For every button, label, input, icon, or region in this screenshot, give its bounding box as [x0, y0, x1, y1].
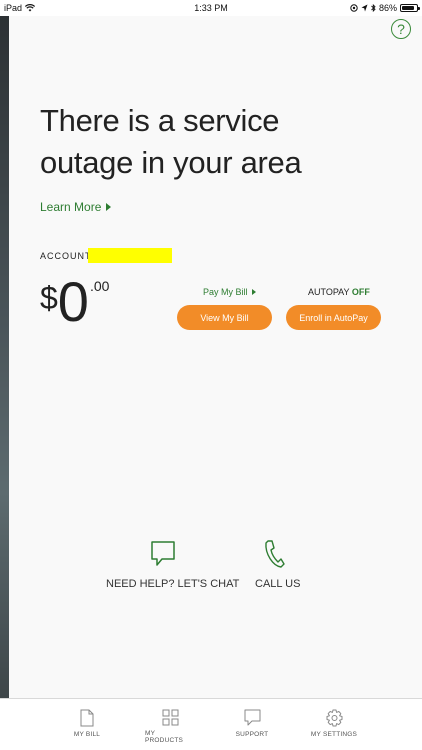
bluetooth-icon: [371, 4, 376, 12]
tab-bar: MY BILL MY PRODUCTS SUPPORT MY SETTINGS: [0, 698, 422, 750]
autopay-label: AUTOPAY: [308, 287, 350, 297]
status-right: 86%: [350, 3, 420, 13]
learn-more-label: Learn More: [40, 200, 102, 214]
location-icon: [361, 4, 368, 12]
document-icon: [80, 709, 94, 727]
battery-percent: 86%: [378, 3, 397, 13]
balance-currency: $: [40, 280, 58, 316]
side-panel-edge: [0, 16, 9, 698]
balance-whole: 0: [57, 270, 89, 333]
balance-amount: $ 0 .00: [40, 272, 109, 332]
help-glyph: ?: [397, 21, 405, 37]
tab-label: MY SETTINGS: [310, 731, 358, 738]
learn-more-link[interactable]: Learn More: [40, 200, 112, 214]
chat-label[interactable]: NEED HELP? LET'S CHAT: [106, 578, 239, 590]
tab-label: MY PRODUCTS: [145, 730, 184, 744]
pay-my-bill-label: Pay My Bill: [203, 287, 248, 297]
tab-my-products[interactable]: MY PRODUCTS: [145, 699, 195, 750]
tab-label: MY BILL: [73, 731, 101, 738]
autopay-status: AUTOPAY OFF: [308, 287, 370, 297]
orientation-lock-icon: [350, 4, 358, 12]
view-my-bill-button[interactable]: View My Bill: [177, 305, 272, 330]
grid-icon: [162, 709, 178, 726]
help-icon[interactable]: ?: [391, 19, 411, 39]
arrow-right-icon: [106, 203, 112, 211]
chat-icon[interactable]: [150, 540, 176, 568]
chat-icon: [244, 709, 260, 726]
gear-icon: [326, 709, 342, 727]
tab-label: SUPPORT: [235, 731, 269, 738]
balance-cents: .00: [89, 278, 110, 294]
call-us-label[interactable]: CALL US: [255, 578, 300, 590]
tab-support[interactable]: SUPPORT: [227, 699, 277, 750]
battery-icon: [400, 4, 420, 12]
phone-icon[interactable]: [263, 539, 285, 569]
arrow-right-icon: [251, 289, 256, 295]
tab-my-settings[interactable]: MY SETTINGS: [309, 699, 359, 750]
status-bar: iPad 1:33 PM 86%: [0, 0, 422, 16]
autopay-value: OFF: [351, 287, 370, 297]
pay-my-bill-link[interactable]: Pay My Bill: [203, 287, 256, 297]
enroll-autopay-button[interactable]: Enroll in AutoPay: [286, 305, 381, 330]
tab-my-bill[interactable]: MY BILL: [62, 699, 112, 750]
battery-level: [402, 6, 415, 10]
account-number-redacted: [88, 248, 172, 263]
outage-headline: There is a service outage in your area: [40, 103, 302, 180]
